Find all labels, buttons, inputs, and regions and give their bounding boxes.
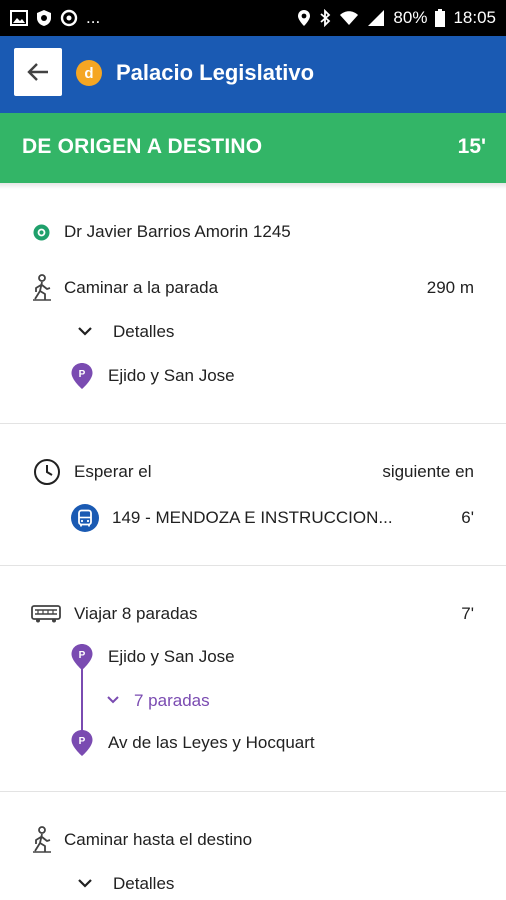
divider [0,791,506,792]
intermediate-stops-label: 7 paradas [134,691,210,710]
destination-details-label: Detalles [113,874,175,893]
ride-end-stop-name: Av de las Leyes y Hocquart [108,733,315,752]
chevron-down-icon [77,877,93,889]
ride-label: Viajar 8 paradas [74,604,198,623]
bus-stop-pin-icon: P [70,362,94,390]
status-bar-left: ... [10,8,100,28]
walk-to-destination-label: Caminar hasta el destino [64,830,253,849]
clock-icon [33,458,61,486]
walk-stop-row[interactable]: P Ejido y San Jose [0,360,506,392]
wait-row: Esperar el siguiente en [0,456,506,488]
wait-next-label: siguiente en [382,462,474,481]
route-duration: 15' [457,135,486,158]
stop-badge-letter: P [79,650,86,661]
ride-row: Viajar 8 paradas 7' [0,598,506,630]
destination-details-toggle[interactable]: Detalles [0,868,506,900]
bus-line-icon [70,503,100,533]
wait-label: Esperar el [74,462,152,481]
back-button[interactable] [14,48,62,96]
page-title: Palacio Legislativo [116,60,315,85]
intermediate-stops-toggle[interactable]: 7 paradas [0,685,506,717]
arrow-back-icon [27,63,48,81]
battery-percent: 80% [393,8,428,27]
signal-icon [368,10,385,26]
walk-icon [30,826,54,854]
walk-details-toggle[interactable]: Detalles [0,316,506,348]
walk-details-label: Detalles [113,322,175,341]
stop-badge-letter: P [79,369,86,380]
bus-stop-pin-icon: P [70,643,94,671]
bus-line-name: 149 - MENDOZA E INSTRUCCION... [112,508,393,527]
bus-icon [31,605,61,623]
origin-address: Dr Javier Barrios Amorin 1245 [64,222,291,241]
ride-start-stop-name: Ejido y San Jose [108,647,235,666]
bus-line-row[interactable]: 149 - MENDOZA E INSTRUCCION... 6' [0,502,506,534]
app-bar: d Palacio Legislativo [0,36,506,113]
wifi-icon [340,11,359,25]
data-saver-icon [60,9,78,27]
destination-badge: d [76,60,102,86]
origin-row: Dr Javier Barrios Amorin 1245 [0,216,506,248]
walk-icon [30,274,54,302]
bus-stop-pin-icon: P [70,729,94,757]
battery-icon [435,9,446,27]
bus-eta: 6' [461,508,474,527]
route-title: DE ORIGEN A DESTINO [22,135,263,158]
walk-to-destination-row: Caminar hasta el destino [0,824,506,856]
status-bar: ... 80% 18:05 [0,0,506,36]
header-shadow [0,183,506,189]
clock: 18:05 [453,8,496,27]
status-bar-right: 80% 18:05 [297,8,496,28]
walk-to-stop-label: Caminar a la parada [64,278,219,297]
chevron-down-icon [77,325,93,337]
route-header: DE ORIGEN A DESTINO 15' [0,113,506,183]
stop-badge-letter: P [79,736,86,747]
origin-icon [33,224,50,241]
walk-to-stop-row: Caminar a la parada 290 m [0,272,506,304]
ride-start-stop-row[interactable]: P Ejido y San Jose [0,641,506,673]
walk-distance: 290 m [426,278,474,297]
chevron-down-icon [106,695,120,705]
ride-end-stop-row[interactable]: P Av de las Leyes y Hocquart [0,727,506,759]
more-notifications: ... [86,8,101,27]
ride-duration: 7' [461,604,474,623]
location-icon [298,10,311,26]
shield-icon [37,10,51,26]
divider [0,423,506,424]
gallery-icon [10,10,28,26]
walk-stop-name: Ejido y San Jose [108,366,235,385]
divider [0,565,506,566]
bluetooth-icon [320,9,331,27]
